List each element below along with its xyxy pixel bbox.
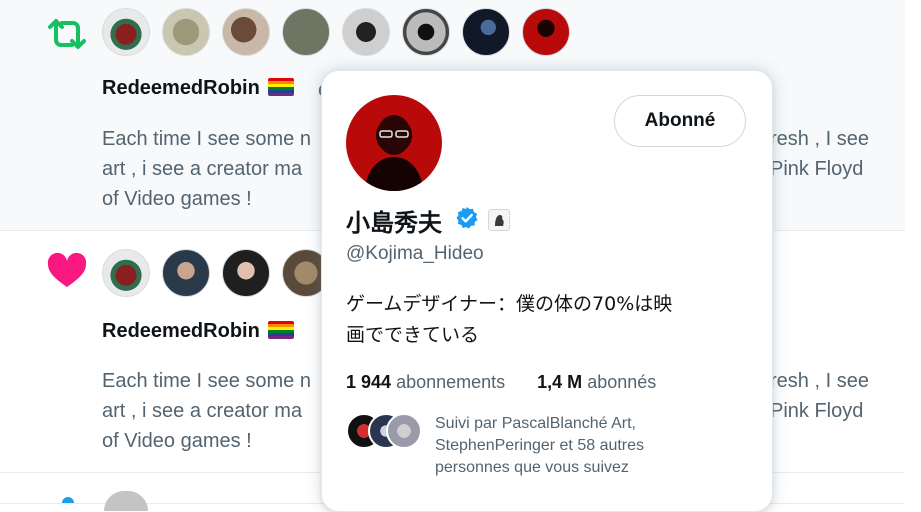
avatar[interactable]: [222, 249, 270, 297]
portrait-image: [364, 115, 424, 191]
profile-name[interactable]: 小島秀夫: [346, 203, 442, 238]
avatar[interactable]: [282, 8, 330, 56]
avatar[interactable]: [102, 249, 150, 297]
avatar[interactable]: [104, 491, 148, 511]
followers-count: 1,4 M: [537, 372, 583, 392]
avatar[interactable]: [402, 8, 450, 56]
affiliate-badge-icon[interactable]: [488, 209, 510, 231]
followed-by-line: StephenPeringer et 58 autres: [435, 437, 645, 454]
liker-name[interactable]: RedeemedRobin: [102, 320, 294, 343]
tweet-text-tail: Pink Floyd: [770, 400, 864, 422]
followers-label: abonnés: [587, 372, 657, 392]
avatar[interactable]: [162, 249, 210, 297]
avatar: [386, 413, 422, 449]
tweet-text-tail: Pink Floyd: [770, 158, 864, 180]
liker-avatars: [102, 249, 330, 297]
rainbow-flag-icon: [267, 321, 294, 339]
profile-avatar[interactable]: [346, 95, 442, 191]
user-name[interactable]: RedeemedRobin: [102, 320, 260, 342]
avatar[interactable]: [462, 8, 510, 56]
profile-stats: 1 944 abonnements 1,4 M abonnés: [346, 372, 656, 393]
bio-line: 画でできている: [346, 324, 480, 346]
following-button[interactable]: Abonné: [614, 95, 746, 147]
person-icon: [62, 497, 74, 503]
heart-icon: [47, 252, 87, 287]
retweeter-avatars: [102, 8, 570, 56]
rainbow-flag-icon: [267, 78, 294, 96]
followed-by-line: personnes que vous suivez: [435, 459, 629, 476]
followed-by-line: Suivi par PascalBlanché Art,: [435, 415, 636, 432]
avatar[interactable]: [342, 8, 390, 56]
tweet-text-tail: resh , I see: [770, 370, 869, 392]
user-name[interactable]: RedeemedRobin: [102, 77, 260, 99]
followers-stat[interactable]: 1,4 M abonnés: [537, 372, 656, 393]
avatar[interactable]: [102, 8, 150, 56]
bio-line: ゲームデザイナー：僕の体の70%は映: [346, 293, 673, 315]
following-count: 1 944: [346, 372, 392, 392]
following-stat[interactable]: 1 944 abonnements: [346, 372, 505, 393]
verified-badge-icon: [456, 207, 478, 229]
avatar[interactable]: [522, 8, 570, 56]
retweet-icon: [48, 19, 86, 49]
profile-hover-card: Abonné 小島秀夫 @Kojima_Hideo ゲームデザイナー：僕の体の7…: [321, 70, 773, 512]
retweeter-name[interactable]: RedeemedRobin: [102, 77, 294, 100]
avatar[interactable]: [162, 8, 210, 56]
profile-handle[interactable]: @Kojima_Hideo: [346, 243, 484, 265]
avatar[interactable]: [222, 8, 270, 56]
mutual-followers-avatars[interactable]: [346, 413, 422, 449]
followed-by-text: Suivi par PascalBlanché Art, StephenPeri…: [435, 413, 735, 479]
following-label: abonnements: [396, 372, 506, 392]
tweet-text-tail: resh , I see: [770, 128, 869, 150]
profile-bio: ゲームデザイナー：僕の体の70%は映 画でできている: [346, 289, 746, 351]
